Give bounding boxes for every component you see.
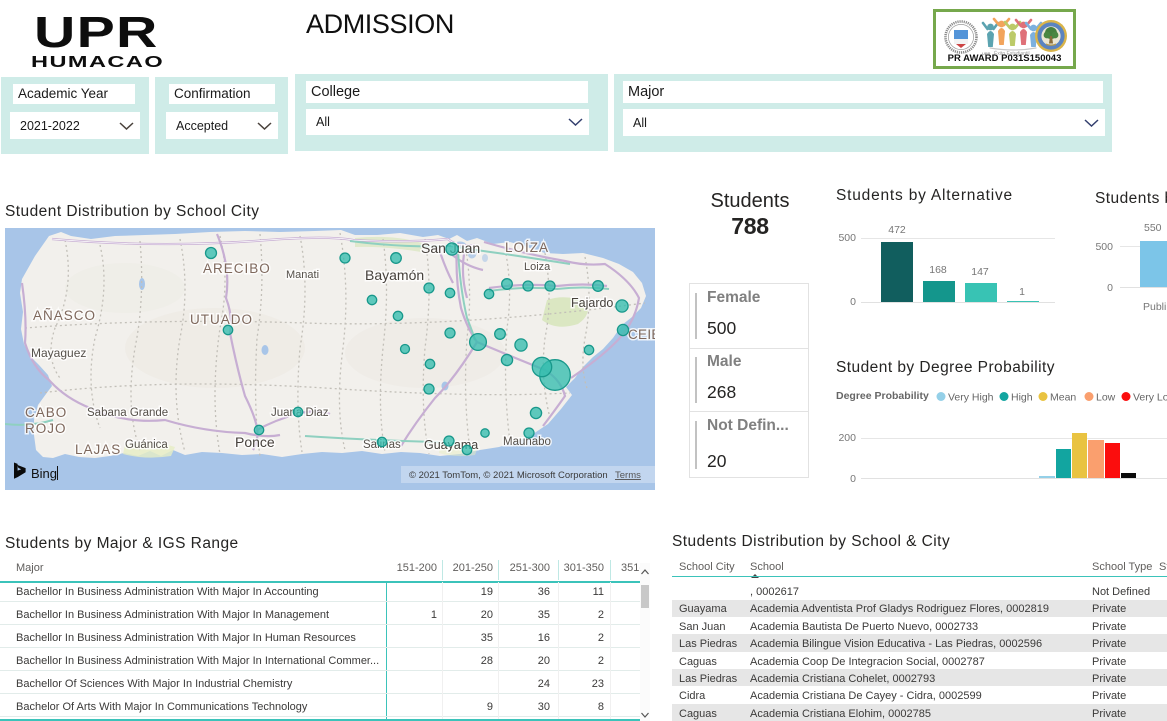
svg-text:Bayamón: Bayamón: [365, 267, 424, 283]
svg-text:Manati: Manati: [286, 269, 319, 281]
svg-text:Ponce: Ponce: [235, 434, 275, 450]
svg-text:LOÍZA: LOÍZA: [505, 240, 549, 255]
svg-text:Fajardo: Fajardo: [571, 296, 613, 310]
svg-text:Mean: Mean: [1050, 392, 1076, 404]
svg-text:Guánica: Guánica: [125, 439, 168, 451]
svg-text:ARECIBO: ARECIBO: [203, 261, 271, 276]
svg-text:Very Lo: Very Lo: [1133, 392, 1167, 404]
svg-text:Low: Low: [1096, 392, 1116, 404]
svg-text:© 2021 TomTom, © 2021 Microsof: © 2021 TomTom, © 2021 Microsoft Corporat…: [409, 470, 608, 481]
svg-text:Loiza: Loiza: [524, 261, 551, 273]
svg-text:Sabana Grande: Sabana Grande: [87, 407, 168, 419]
svg-text:AÑASCO: AÑASCO: [33, 308, 96, 323]
svg-text:Bing: Bing: [31, 466, 57, 481]
svg-text:ROJO: ROJO: [25, 421, 67, 436]
svg-text:CABO: CABO: [25, 405, 67, 420]
svg-text:UTUADO: UTUADO: [190, 312, 253, 327]
svg-text:Mayaguez: Mayaguez: [31, 346, 86, 360]
svg-text:High: High: [1011, 392, 1033, 404]
svg-text:Terms: Terms: [615, 470, 641, 481]
svg-text:LAJAS: LAJAS: [75, 442, 121, 457]
svg-text:Very High: Very High: [948, 392, 994, 404]
svg-text:CEIB: CEIB: [628, 327, 655, 342]
